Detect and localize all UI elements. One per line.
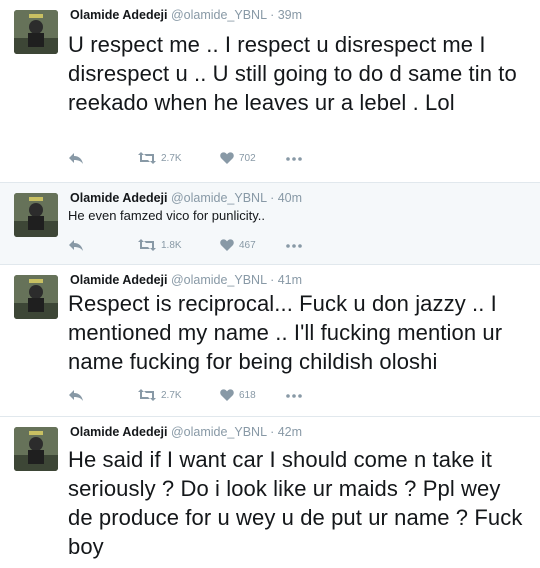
user-handle[interactable]: @olamide_YBNL [171, 425, 267, 439]
retweet-icon [138, 152, 156, 164]
reply-icon [69, 153, 83, 164]
more-button[interactable] [286, 157, 302, 161]
user-handle[interactable]: @olamide_YBNL [171, 8, 267, 22]
tweet-1[interactable]: Olamide Adedeji @olamide_YBNL · 39m U re… [0, 0, 540, 182]
like-count: 618 [239, 389, 256, 401]
tweet-text: U respect me .. I respect u disrespect m… [68, 32, 517, 115]
more-icon [286, 394, 302, 398]
display-name[interactable]: Olamide Adedeji [70, 191, 167, 205]
tweet-text: He even famzed vico for punlicity.. [68, 208, 266, 223]
tweet-header: Olamide Adedeji @olamide_YBNL · 41m [70, 273, 302, 287]
tweet-3[interactable]: Olamide Adedeji @olamide_YBNL · 41m Resp… [0, 264, 540, 416]
tweet-4[interactable]: Olamide Adedeji @olamide_YBNL · 42m He s… [0, 416, 540, 568]
retweet-button[interactable]: 2.7K [138, 152, 182, 164]
like-count: 702 [239, 152, 256, 164]
timestamp[interactable]: · 39m [270, 8, 302, 22]
tweet-header: Olamide Adedeji @olamide_YBNL · 39m [70, 8, 302, 22]
avatar[interactable] [14, 427, 58, 471]
more-icon [286, 157, 302, 161]
avatar[interactable] [14, 193, 58, 237]
reply-button[interactable] [68, 152, 84, 164]
more-icon [286, 244, 302, 248]
reply-icon [69, 390, 83, 401]
reply-button[interactable] [68, 389, 84, 401]
reply-button[interactable] [68, 239, 84, 251]
heart-icon [220, 389, 234, 401]
timestamp[interactable]: · 42m [270, 425, 302, 439]
timestamp[interactable]: · 40m [270, 191, 302, 205]
more-button[interactable] [286, 244, 302, 248]
heart-icon [220, 152, 234, 164]
tweet-header: Olamide Adedeji @olamide_YBNL · 40m [70, 191, 302, 205]
display-name[interactable]: Olamide Adedeji [70, 425, 167, 439]
retweet-icon [138, 389, 156, 401]
like-count: 467 [239, 239, 256, 251]
retweet-count: 2.7K [161, 152, 182, 164]
tweet-2[interactable]: Olamide Adedeji @olamide_YBNL · 40m He e… [0, 182, 540, 264]
retweet-count: 2.7K [161, 389, 182, 401]
retweet-button[interactable]: 1.8K [138, 239, 182, 251]
like-button[interactable]: 618 [220, 389, 256, 401]
user-handle[interactable]: @olamide_YBNL [171, 191, 267, 205]
heart-icon [220, 239, 234, 251]
tweet-text: He said if I want car I should come n ta… [68, 447, 523, 559]
avatar[interactable] [14, 10, 58, 54]
user-handle[interactable]: @olamide_YBNL [171, 273, 267, 287]
more-button[interactable] [286, 394, 302, 398]
avatar[interactable] [14, 275, 58, 319]
display-name[interactable]: Olamide Adedeji [70, 8, 167, 22]
reply-icon [69, 240, 83, 251]
retweet-button[interactable]: 2.7K [138, 389, 182, 401]
retweet-count: 1.8K [161, 239, 182, 251]
tweet-text: Respect is reciprocal... Fuck u don jazz… [68, 291, 503, 374]
tweet-header: Olamide Adedeji @olamide_YBNL · 42m [70, 425, 302, 439]
like-button[interactable]: 467 [220, 239, 256, 251]
timestamp[interactable]: · 41m [270, 273, 302, 287]
retweet-icon [138, 239, 156, 251]
display-name[interactable]: Olamide Adedeji [70, 273, 167, 287]
like-button[interactable]: 702 [220, 152, 256, 164]
